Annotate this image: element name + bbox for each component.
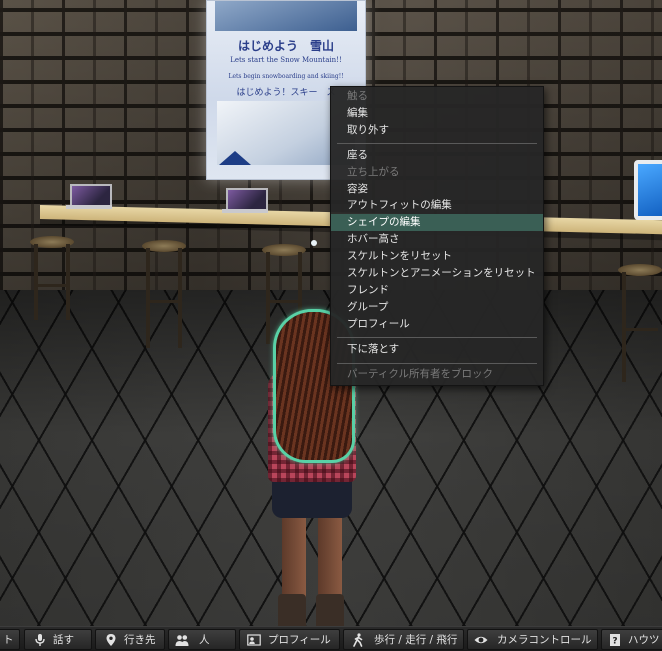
menu-item-appearance[interactable]: 容姿 (331, 181, 543, 198)
bar-stool[interactable] (30, 236, 74, 320)
laptop[interactable] (70, 184, 112, 206)
howto-button-label: ハウツ (628, 634, 660, 646)
menu-item-edit[interactable]: 編集 (331, 105, 543, 122)
bottom-toolbar: ト 話す 行き先 人 プロフィール 歩行 / 走行 / 飛行 カメラコントロール… (0, 626, 662, 651)
map-pin-icon (106, 634, 116, 646)
walk-run-fly-button[interactable]: 歩行 / 走行 / 飛行 (343, 629, 464, 650)
speak-button-label: 話す (53, 634, 74, 646)
stool-leg (178, 248, 182, 348)
menu-item-reset-skeleton-animations[interactable]: スケルトンとアニメーションをリセット (331, 265, 543, 282)
menu-item-groups[interactable]: グループ (331, 299, 543, 316)
camera-controls-button[interactable]: カメラコントロール (467, 629, 598, 650)
menu-item-edit-outfit[interactable]: アウトフィットの編集 (331, 197, 543, 214)
laptop-base (66, 205, 112, 209)
bar-stool[interactable] (142, 240, 186, 350)
desktop-monitor[interactable] (634, 160, 662, 220)
destinations-button[interactable]: 行き先 (95, 629, 165, 650)
stool-leg (146, 248, 150, 348)
speak-button[interactable]: 話す (24, 629, 92, 650)
svg-text:?: ? (612, 637, 617, 647)
stool-ring (622, 328, 658, 331)
poster-subtitle-2: Lets begin snowboarding and skiing!! (228, 73, 344, 80)
menu-separator (337, 363, 537, 364)
stool-ring (266, 300, 302, 303)
menu-item-sit[interactable]: 座る (331, 147, 543, 164)
menu-item-block-particle-owner[interactable]: パーティクル所有者をブロック (331, 366, 543, 383)
walking-person-icon (353, 633, 363, 647)
profile-button[interactable]: プロフィール (239, 629, 340, 650)
menu-item-profile[interactable]: プロフィール (331, 316, 543, 333)
toolbar-button-label: ト (3, 634, 14, 646)
stool-ring (146, 300, 182, 303)
microphone-icon (35, 634, 45, 646)
avatar-context-menu[interactable]: 触る 編集 取り外す 座る 立ち上がる 容姿 アウトフィットの編集 シェイプの編… (330, 86, 544, 386)
howto-button[interactable]: ? ハウツ (601, 629, 662, 650)
destinations-button-label: 行き先 (124, 634, 156, 646)
help-book-icon: ? (610, 634, 620, 647)
menu-item-detach[interactable]: 取り外す (331, 122, 543, 139)
menu-item-edit-shape[interactable]: シェイプの編集 (331, 214, 543, 231)
stool-leg (66, 244, 70, 320)
poster-logo (219, 151, 251, 165)
bar-stool[interactable] (618, 264, 662, 382)
camera-controls-button-label: カメラコントロール (497, 634, 592, 646)
people-icon (175, 635, 189, 646)
poster-title: はじめよう 雪山 (237, 39, 334, 53)
stool-leg (34, 244, 38, 320)
people-button[interactable]: 人 (168, 629, 236, 650)
people-button-label: 人 (199, 634, 210, 646)
profile-button-label: プロフィール (268, 634, 331, 646)
menu-item-stand-up[interactable]: 立ち上がる (331, 164, 543, 181)
poster-banner-image (215, 1, 357, 31)
poster-subtitle: Lets start the Snow Mountain!! (230, 56, 342, 64)
pointer-dot (311, 240, 317, 246)
menu-separator (337, 337, 537, 338)
menu-item-hover-height[interactable]: ホバー高さ (331, 231, 543, 248)
laptop[interactable] (226, 188, 268, 210)
laptop-base (222, 209, 268, 213)
menu-item-reset-skeleton[interactable]: スケルトンをリセット (331, 248, 543, 265)
menu-separator (337, 143, 537, 144)
walk-run-fly-button-label: 歩行 / 走行 / 飛行 (374, 634, 458, 646)
menu-item-touch[interactable]: 触る (331, 88, 543, 105)
stool-ring (34, 284, 70, 287)
profile-card-icon (247, 634, 261, 646)
stool-leg (622, 272, 626, 382)
eye-icon (474, 636, 488, 644)
toolbar-button-partial[interactable]: ト (0, 629, 20, 650)
menu-item-drop[interactable]: 下に落とす (331, 341, 543, 358)
menu-item-friends[interactable]: フレンド (331, 282, 543, 299)
